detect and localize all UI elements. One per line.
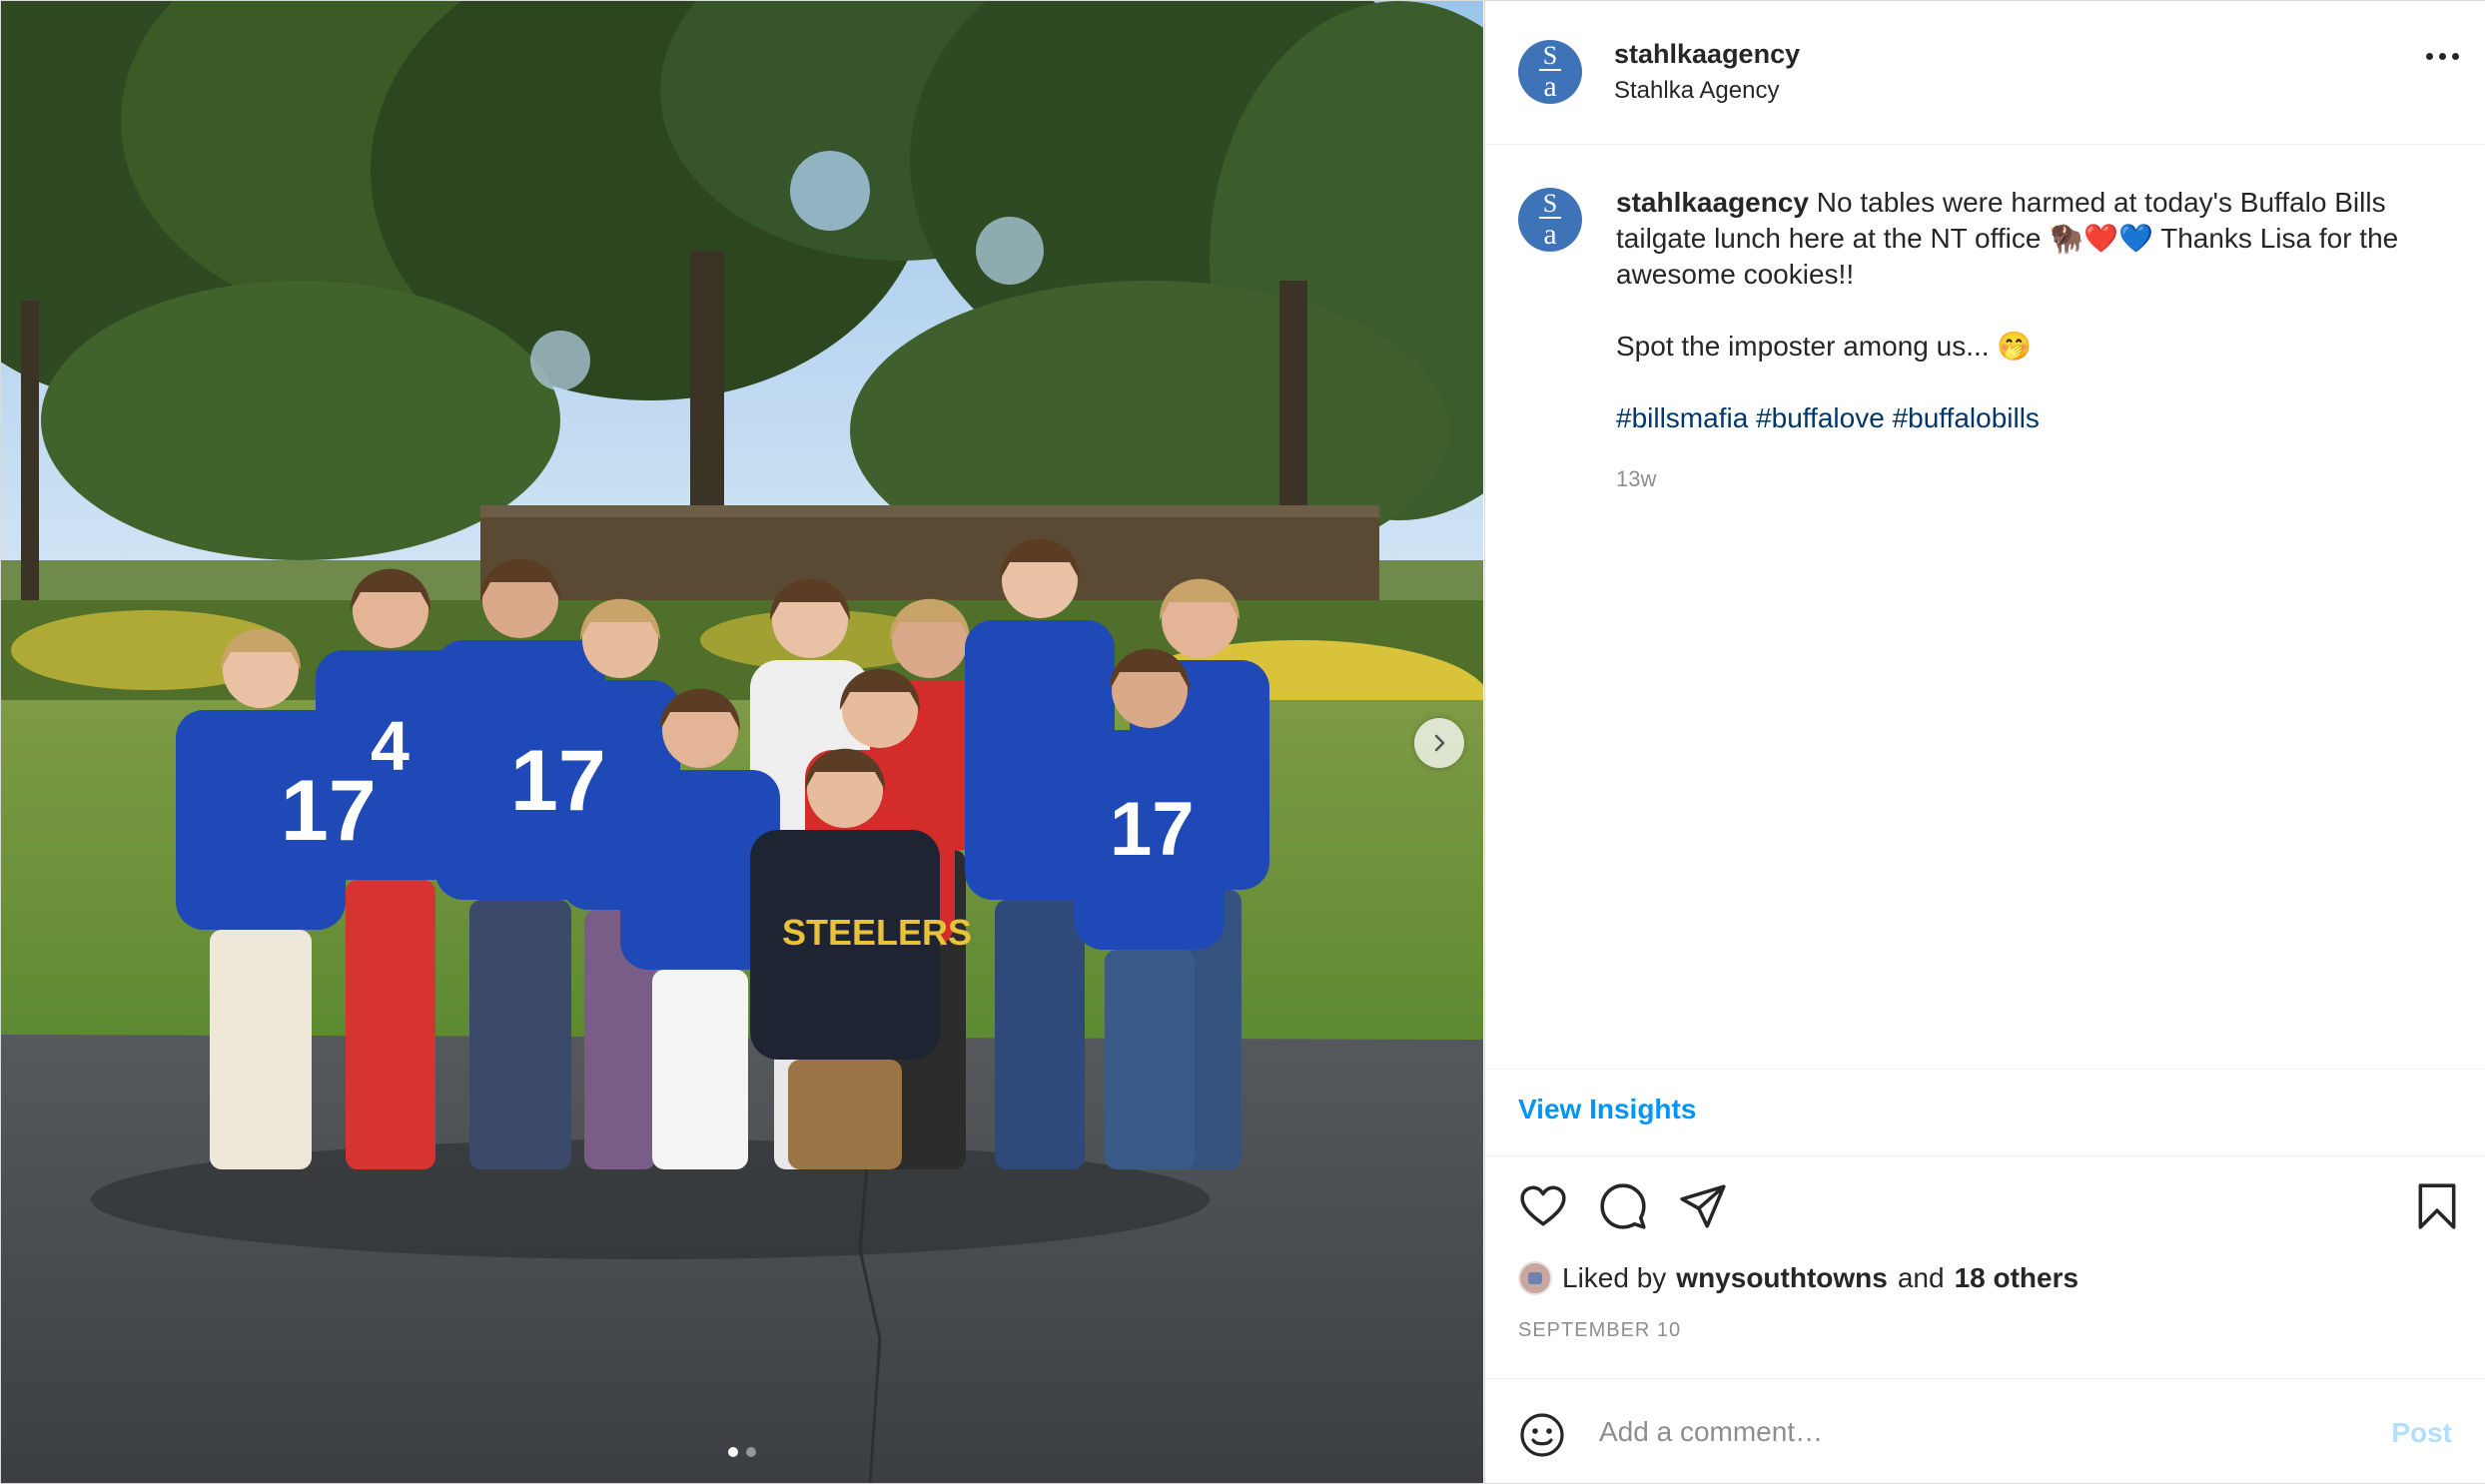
caption-username[interactable]: stahlkaagency bbox=[1616, 187, 1809, 218]
bookmark-icon bbox=[2418, 1183, 2456, 1229]
liker-username[interactable]: wnysouthtowns bbox=[1676, 1262, 1888, 1294]
jersey-number-1: 17 bbox=[281, 763, 377, 859]
heart-icon bbox=[1520, 1185, 1566, 1226]
comment-box: Post bbox=[1485, 1378, 2485, 1484]
comment-input[interactable] bbox=[1597, 1407, 2360, 1457]
like-button[interactable] bbox=[1518, 1181, 1568, 1236]
shirt-text: STEELERS bbox=[782, 912, 972, 953]
jersey-number-4: 17 bbox=[1110, 787, 1195, 872]
caption-time[interactable]: 13w bbox=[1616, 466, 1656, 492]
carousel-dot bbox=[746, 1447, 756, 1457]
save-button[interactable] bbox=[2414, 1181, 2460, 1236]
more-options-button[interactable] bbox=[2426, 53, 2459, 60]
more-horizontal-icon bbox=[2426, 53, 2433, 60]
caption-hashtags: #billsmafia #buffalove #buffalobills bbox=[1616, 400, 2455, 436]
post-side-panel: S a stahlkaagency Stahlka Agency S a sta… bbox=[1484, 1, 2485, 1483]
action-bar bbox=[1485, 1155, 2485, 1255]
post-comment-button[interactable]: Post bbox=[2391, 1417, 2452, 1449]
post-photo[interactable]: 17 4 17 17 STEELERS bbox=[1, 1, 1483, 1483]
post-date[interactable]: SEPTEMBER 10 bbox=[1518, 1319, 1681, 1342]
comment-icon bbox=[1600, 1183, 1646, 1229]
likes-prefix: Liked by bbox=[1562, 1262, 1667, 1293]
avatar-letter-bottom: a bbox=[1543, 70, 1557, 104]
likes-middle: and bbox=[1897, 1262, 1945, 1293]
view-insights-link[interactable]: View Insights bbox=[1518, 1094, 1696, 1125]
avatar-letter-top: S bbox=[1542, 40, 1558, 70]
next-photo-button[interactable] bbox=[1414, 718, 1464, 768]
chevron-right-icon bbox=[1434, 734, 1445, 752]
hashtag-link[interactable]: #buffalove bbox=[1756, 402, 1885, 433]
carousel-dot bbox=[728, 1447, 738, 1457]
liker-avatar[interactable] bbox=[1518, 1261, 1552, 1295]
header-username[interactable]: stahlkaagency bbox=[1614, 39, 1800, 70]
share-button[interactable] bbox=[1678, 1181, 1728, 1236]
emoji-button[interactable] bbox=[1518, 1411, 1566, 1464]
header-subname[interactable]: Stahlka Agency bbox=[1614, 77, 1779, 105]
likes-summary: Liked by wnysouthtowns and 18 others bbox=[1518, 1261, 2078, 1295]
hashtag-link[interactable]: #billsmafia bbox=[1616, 402, 1748, 433]
likes-others-link[interactable]: 18 others bbox=[1955, 1262, 2079, 1294]
hashtag-link[interactable]: #buffalobills bbox=[1893, 402, 2040, 433]
carousel-dots bbox=[1, 1447, 1483, 1457]
avatar-letter-bottom: a bbox=[1543, 218, 1557, 252]
caption-line-2: Spot the imposter among us... 🤭 bbox=[1616, 331, 2033, 362]
avatar-letter-top: S bbox=[1542, 188, 1558, 218]
profile-avatar[interactable]: S a bbox=[1518, 40, 1582, 104]
jersey-number-2: 4 bbox=[371, 707, 410, 785]
share-icon bbox=[1680, 1184, 1726, 1228]
jersey-number-3: 17 bbox=[510, 733, 606, 829]
group-photo-illustration: 17 4 17 17 STEELERS bbox=[1, 1, 1483, 1483]
insights-row: View Insights bbox=[1485, 1069, 2485, 1156]
caption-area: S a stahlkaagency No tables were harmed … bbox=[1485, 145, 2485, 1070]
caption-text: stahlkaagency No tables were harmed at t… bbox=[1616, 185, 2455, 436]
caption-avatar[interactable]: S a bbox=[1518, 188, 1582, 252]
comment-button[interactable] bbox=[1598, 1181, 1648, 1236]
post-header: S a stahlkaagency Stahlka Agency bbox=[1485, 1, 2485, 145]
smiley-icon bbox=[1520, 1413, 1564, 1457]
